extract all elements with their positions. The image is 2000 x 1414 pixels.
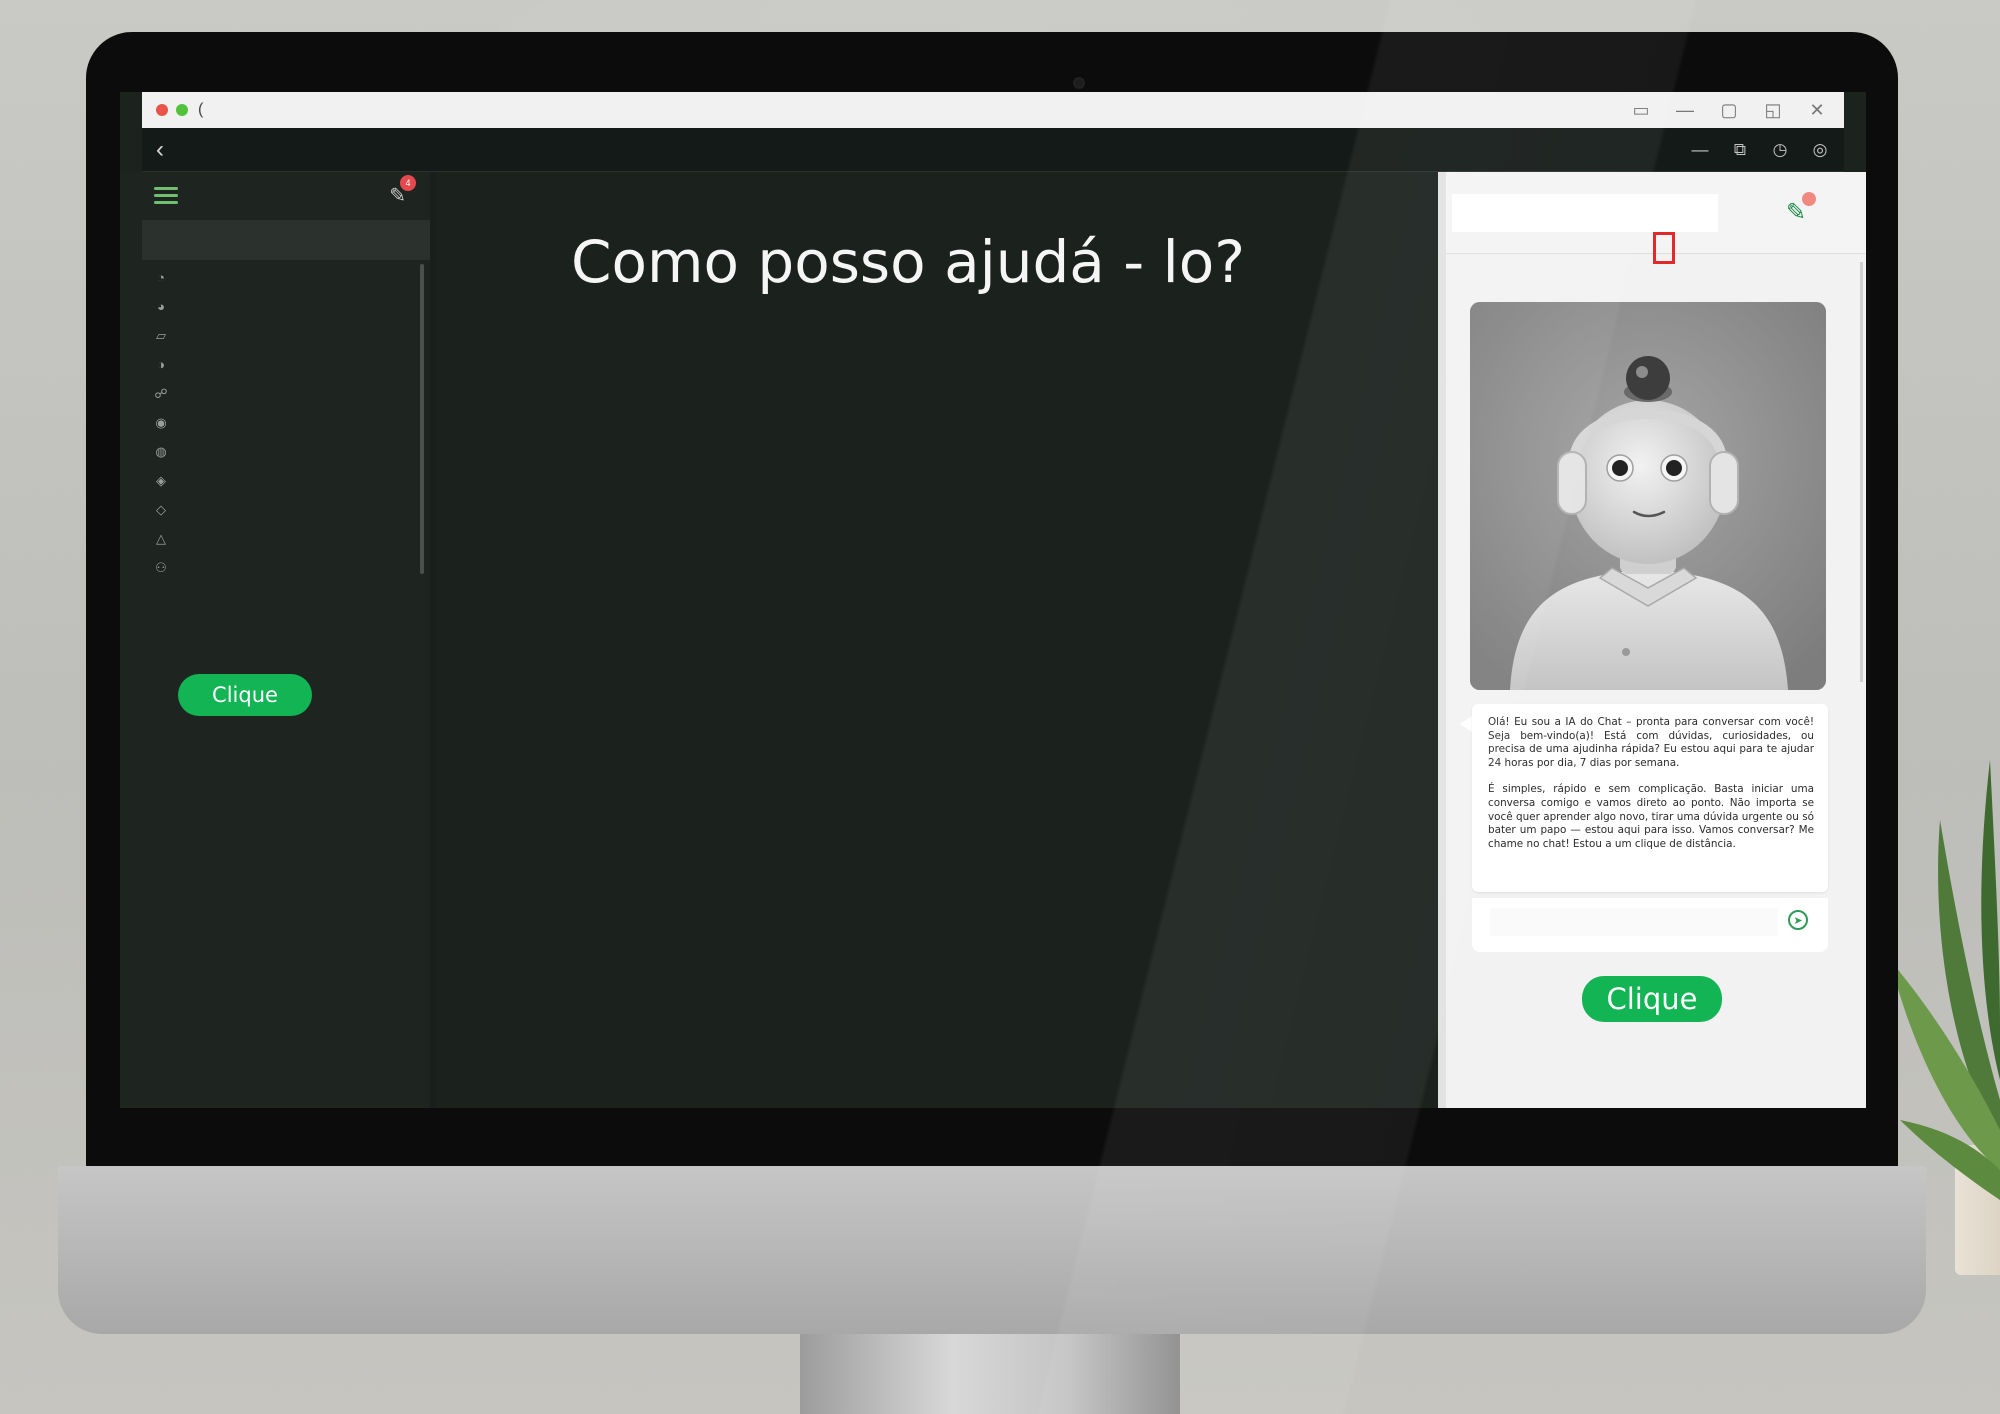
panel-clique-button[interactable]: Clique <box>1582 976 1722 1022</box>
window-title-bar: ( ▭ — ▢ ◱ ✕ <box>142 92 1844 128</box>
message-composer: ➤ <box>1472 898 1828 952</box>
new-message-icon[interactable]: ✎ <box>1786 192 1817 227</box>
monitor-chin <box>58 1166 1926 1334</box>
monitor-stand <box>800 1330 1180 1414</box>
sidebar-item-icon[interactable]: ◑ <box>152 357 170 376</box>
assistant-message: Olá! Eu sou a IA do Chat – pronta para c… <box>1472 704 1828 892</box>
sidebar-clique-button[interactable]: Clique <box>178 674 312 716</box>
sidebar: ✎ 4 ◔ ◕ ▱ ◑ ☍ ◉ ◍ ◈ ◇ △ ⚇ Clique <box>120 172 430 1108</box>
sidebar-item-icon[interactable]: ▱ <box>152 328 170 347</box>
divider <box>430 172 436 1108</box>
message-input[interactable] <box>1490 908 1778 936</box>
camera-icon <box>1073 77 1085 89</box>
send-icon[interactable]: ➤ <box>1788 910 1808 930</box>
split-icon[interactable]: ◱ <box>1764 100 1782 121</box>
window-tab[interactable]: ( <box>198 101 203 119</box>
sidebar-header: ✎ 4 <box>142 172 430 218</box>
robot-avatar-image <box>1470 302 1826 690</box>
close-icon[interactable]: ✕ <box>1808 100 1826 121</box>
sidebar-item-icon[interactable]: △ <box>152 531 170 550</box>
sidebar-item-icon[interactable]: ◇ <box>152 502 170 521</box>
sidebar-search-bar[interactable] <box>142 220 430 260</box>
sidebar-item-icon[interactable]: ◍ <box>152 444 170 463</box>
sidebar-item-icon[interactable]: ◈ <box>152 473 170 492</box>
message-paragraph: Olá! Eu sou a IA do Chat – pronta para c… <box>1488 716 1814 769</box>
notification-badge: 4 <box>400 174 416 191</box>
panel-scrollbar[interactable] <box>1860 262 1863 682</box>
back-icon[interactable]: ‹ <box>156 136 180 164</box>
minimize-icon[interactable]: — <box>1690 140 1710 160</box>
nav-tools: — ⧉ ◷ ◎ <box>1690 140 1830 160</box>
window-icon[interactable]: ⧉ <box>1730 140 1750 160</box>
sidebar-item-icon[interactable]: ⚇ <box>152 560 170 579</box>
sidebar-item-icon[interactable]: ☍ <box>152 386 170 405</box>
app-nav-bar: ‹ — ⧉ ◷ ◎ <box>142 128 1844 172</box>
sidebar-scrollbar[interactable] <box>420 264 424 574</box>
restore-icon[interactable]: ▢ <box>1720 100 1738 121</box>
minimize-icon[interactable]: — <box>1676 100 1694 121</box>
sidebar-item-icon[interactable]: ◔ <box>152 270 170 289</box>
close-dot-icon[interactable] <box>156 104 168 116</box>
sidebar-icon-list: ◔ ◕ ▱ ◑ ☍ ◉ ◍ ◈ ◇ △ ⚇ <box>152 270 192 579</box>
sidebar-item-icon[interactable]: ◉ <box>152 415 170 434</box>
window-controls: ▭ — ▢ ◱ ✕ <box>1632 100 1826 121</box>
page-title: Como posso ajudá - lo? <box>571 228 1246 296</box>
main-chat-area: Como posso ajudá - lo? <box>430 172 1460 1108</box>
history-icon[interactable]: ◷ <box>1770 140 1790 160</box>
screen: ( ▭ — ▢ ◱ ✕ ‹ — ⧉ ◷ ◎ ✎ 4 ◔ ◕ ▱ ◑ ☍ ◉ ◍ … <box>120 92 1866 1108</box>
menu-icon[interactable] <box>154 186 178 204</box>
chat-panel: ✎ Olá! Eu sou a IA do Chat – pronta para… <box>1438 172 1866 1108</box>
robot-illustration <box>1470 302 1826 690</box>
panel-search-input[interactable] <box>1452 194 1718 232</box>
maximize-dot-icon[interactable] <box>176 104 188 116</box>
message-tail <box>1460 716 1472 732</box>
notification-badge <box>1802 192 1817 206</box>
new-chat-icon[interactable]: ✎ 4 <box>389 174 416 208</box>
layout-icon[interactable]: ▭ <box>1632 100 1650 121</box>
traffic-lights <box>156 104 188 116</box>
message-paragraph: É simples, rápido e sem complicação. Bas… <box>1488 783 1814 850</box>
cursor-marker <box>1653 232 1675 264</box>
sidebar-item-icon[interactable]: ◕ <box>152 299 170 318</box>
settings-icon[interactable]: ◎ <box>1810 140 1830 160</box>
